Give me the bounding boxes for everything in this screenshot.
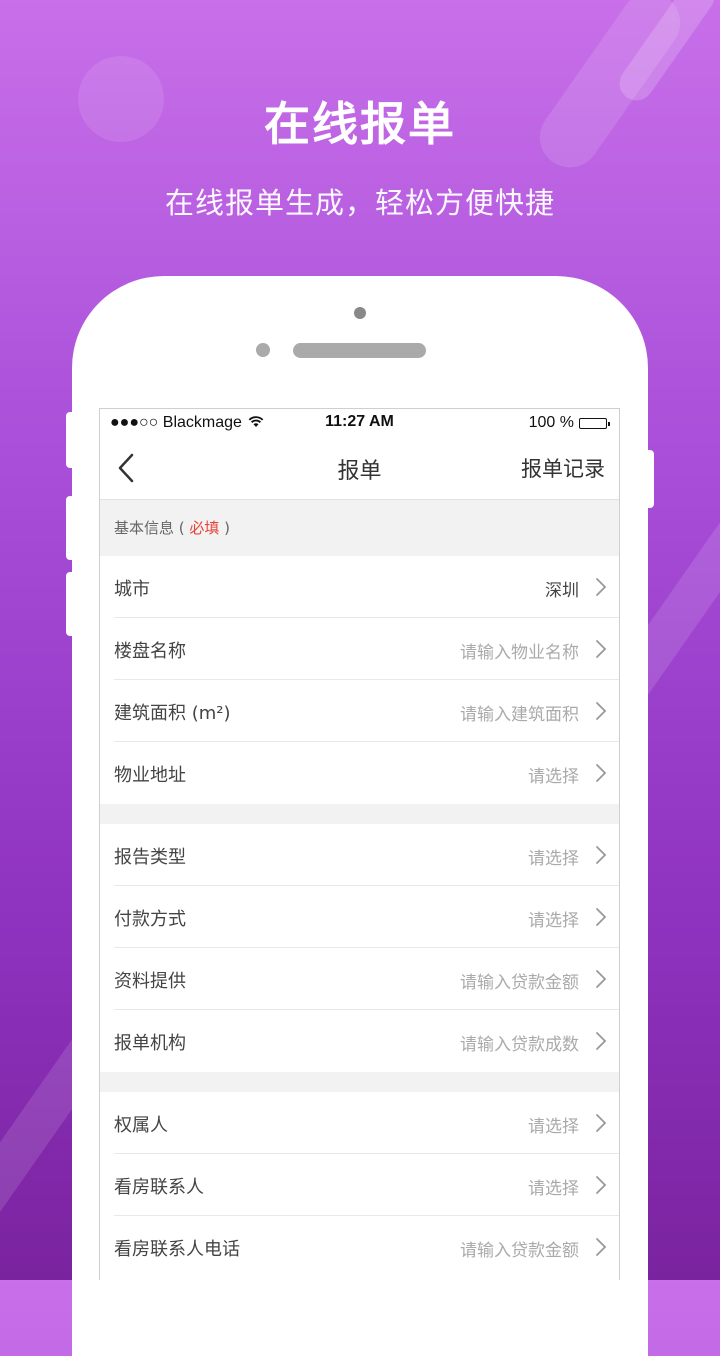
form-row-value[interactable]: 请选择 (528, 844, 579, 869)
form-row[interactable]: 建筑面积 (m²) 请输入建筑面积 (114, 680, 619, 742)
form-row[interactable]: 报单机构 请输入贷款成数 (114, 1010, 619, 1072)
phone-camera (354, 307, 366, 319)
form-row-value[interactable]: 请输入物业名称 (460, 638, 579, 663)
form-row-value[interactable]: 请选择 (528, 1112, 579, 1137)
chevron-right-icon (596, 1176, 607, 1194)
chevron-right-icon (596, 640, 607, 658)
form-row-value[interactable]: 请输入贷款成数 (460, 1030, 579, 1055)
form-row[interactable]: 看房联系人 请选择 (114, 1154, 619, 1216)
form-row-label: 权属人 (114, 1115, 168, 1136)
form-row[interactable]: 物业地址 请选择 (114, 742, 619, 804)
form-row-label: 建筑面积 (m²) (114, 703, 231, 724)
form-row-label: 报告类型 (114, 847, 186, 868)
form-row-value[interactable]: 请输入贷款金额 (460, 968, 579, 993)
status-bar: ●●●○○ Blackmage 11:27 AM 100 % (100, 409, 619, 437)
chevron-right-icon (596, 578, 607, 596)
hero-subtitle: 在线报单生成，轻松方便快捷 (164, 186, 555, 220)
section-header-basic-info: 基本信息 ( 必填 ) (100, 500, 619, 556)
records-button[interactable]: 报单记录 (521, 453, 605, 483)
required-tag: 必填 (189, 519, 220, 537)
form-group-2: 报告类型 请选择 付款方式 请选择 资料提供 请输入贷款金额 报单机构 请输入贷款成数 (100, 824, 619, 1072)
chevron-right-icon (596, 846, 607, 864)
group-divider (100, 1072, 619, 1092)
chevron-right-icon (596, 1114, 607, 1132)
form-row[interactable]: 资料提供 请输入贷款金额 (114, 948, 619, 1010)
form-row-label: 报单机构 (114, 1033, 186, 1054)
group-divider (100, 804, 619, 824)
form-row-value[interactable]: 请输入建筑面积 (460, 700, 579, 725)
hero-title: 在线报单 (264, 97, 456, 151)
form-row-label: 看房联系人电话 (114, 1239, 240, 1260)
form-row-value[interactable]: 请选择 (528, 906, 579, 931)
section-label: 基本信息 ( (114, 519, 190, 537)
form-row-value[interactable]: 请选择 (528, 762, 579, 787)
phone-screen: ●●●○○ Blackmage 11:27 AM 100 % 报单 报单记录 基… (99, 408, 620, 1280)
chevron-right-icon (596, 970, 607, 988)
form-row[interactable]: 报告类型 请选择 (114, 824, 619, 886)
form-row-value[interactable]: 请输入贷款金额 (460, 1236, 579, 1261)
form-row[interactable]: 看房联系人电话 请输入贷款金额 (114, 1216, 619, 1278)
form-row-value[interactable]: 深圳 (545, 576, 579, 601)
chevron-right-icon (596, 764, 607, 782)
chevron-right-icon (596, 1032, 607, 1050)
chevron-right-icon (596, 702, 607, 720)
form-row[interactable]: 楼盘名称 请输入物业名称 (114, 618, 619, 680)
battery-icon (579, 417, 610, 429)
phone-sensor (256, 343, 270, 357)
chevron-right-icon (596, 908, 607, 926)
form-row[interactable]: 付款方式 请选择 (114, 886, 619, 948)
form-group-3: 权属人 请选择 看房联系人 请选择 看房联系人电话 请输入贷款金额 (100, 1092, 619, 1278)
phone-speaker (293, 343, 426, 358)
section-label-end: ) (219, 519, 231, 537)
battery-percent: 100 % (528, 414, 574, 431)
form-row-label: 付款方式 (114, 909, 186, 930)
chevron-right-icon (596, 1238, 607, 1256)
form-row-label: 资料提供 (114, 971, 186, 992)
form-row-value[interactable]: 请选择 (528, 1174, 579, 1199)
nav-bar: 报单 报单记录 (100, 437, 619, 500)
form-row-label: 城市 (114, 579, 150, 600)
form-row[interactable]: 权属人 请选择 (114, 1092, 619, 1154)
battery-status: 100 % (528, 414, 610, 432)
form-row-label: 看房联系人 (114, 1177, 204, 1198)
form-row-label: 物业地址 (114, 765, 186, 786)
form-group-1: 城市 深圳楼盘名称 请输入物业名称建筑面积 (m²) 请输入建筑面积物业地址 请选择 (100, 556, 619, 804)
form-row[interactable]: 城市 深圳 (114, 556, 619, 618)
form-row-label: 楼盘名称 (114, 641, 186, 662)
